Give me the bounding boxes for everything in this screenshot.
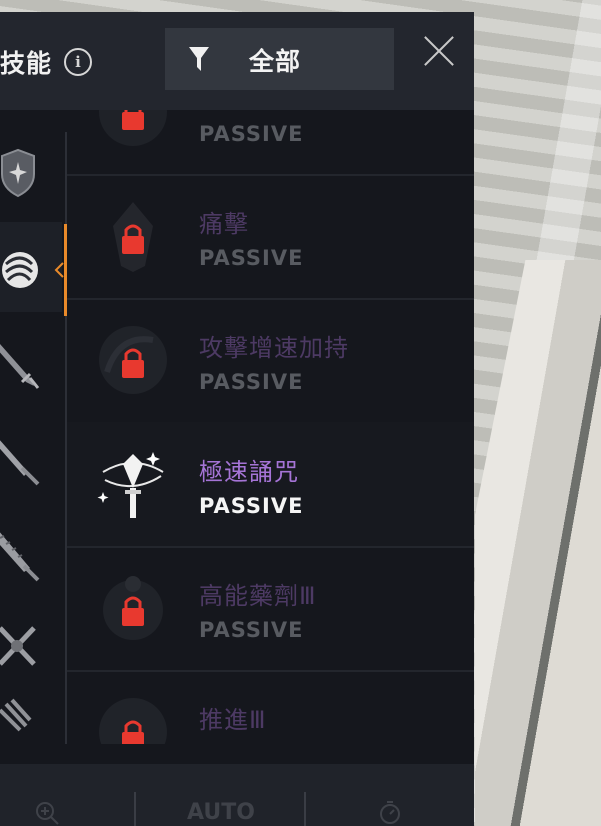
lock-icon (113, 202, 153, 272)
chevron-left-icon (54, 262, 64, 278)
category-fist[interactable] (0, 222, 62, 312)
category-greatsword[interactable] (0, 410, 62, 500)
bottom-toolbar: AUTO (0, 764, 474, 826)
filter-funnel-icon (189, 47, 209, 71)
skill-icon-locked (99, 110, 167, 146)
skill-name: 攻擊增速加持 (199, 334, 349, 362)
serrated-sword-icon (0, 532, 40, 582)
lock-icon (103, 576, 163, 640)
skill-row[interactable]: PASSIVE (67, 110, 474, 176)
filter-button[interactable]: 全部 (165, 28, 394, 90)
lock-icon (99, 326, 167, 394)
skill-category-sidebar (0, 110, 66, 744)
skill-name: 痛擊 (199, 210, 249, 238)
skill-row[interactable]: 推進Ⅲ (67, 670, 474, 744)
close-icon[interactable] (422, 34, 456, 68)
skill-name: 極速誦咒 (199, 458, 299, 486)
page-title: 技能 (0, 49, 53, 78)
category-crossed-swords[interactable] (0, 598, 62, 688)
category-shield[interactable] (0, 118, 62, 208)
skill-row[interactable]: 攻擊增速加持 PASSIVE (67, 298, 474, 424)
skill-list[interactable]: PASSIVE 痛擊 PASSIVE 攻擊增速加持 PASSIVE 極速誦咒 P… (67, 110, 474, 744)
skill-row-selected[interactable]: 極速誦咒 PASSIVE (67, 422, 474, 548)
claw-icon (0, 698, 32, 732)
skill-type: PASSIVE (199, 618, 304, 642)
skill-type: PASSIVE (199, 370, 304, 394)
info-icon[interactable]: i (64, 48, 92, 76)
auto-button[interactable]: AUTO (187, 800, 255, 825)
dagger-icon (0, 344, 40, 389)
spellcasting-torch-icon (97, 452, 164, 518)
category-serrated-sword[interactable] (0, 506, 62, 596)
skill-name: 高能藥劑Ⅲ (199, 582, 317, 610)
category-dagger[interactable] (0, 316, 62, 406)
toolbar-separator (134, 792, 136, 826)
lock-icon (99, 698, 167, 744)
skill-row[interactable]: 高能藥劑Ⅲ PASSIVE (67, 546, 474, 672)
skill-row[interactable]: 痛擊 PASSIVE (67, 174, 474, 300)
skill-type: PASSIVE (199, 494, 304, 518)
toolbar-separator (304, 792, 306, 826)
crossed-swords-icon (0, 626, 36, 666)
skill-type: PASSIVE (199, 246, 304, 270)
shield-icon (1, 148, 35, 198)
stopwatch-icon[interactable] (376, 798, 404, 826)
greatsword-icon (0, 440, 40, 486)
skill-name: 推進Ⅲ (199, 706, 267, 734)
skill-type: PASSIVE (199, 122, 304, 146)
zoom-in-icon[interactable] (34, 800, 60, 826)
fist-icon (2, 252, 38, 288)
skills-panel: 技能 i 全部 PASSIVE 痛擊 PASSIVE 攻擊增速加持 PASSIV… (0, 12, 474, 826)
filter-label: 全部 (249, 47, 302, 76)
panel-header: 技能 i 全部 (0, 12, 474, 110)
